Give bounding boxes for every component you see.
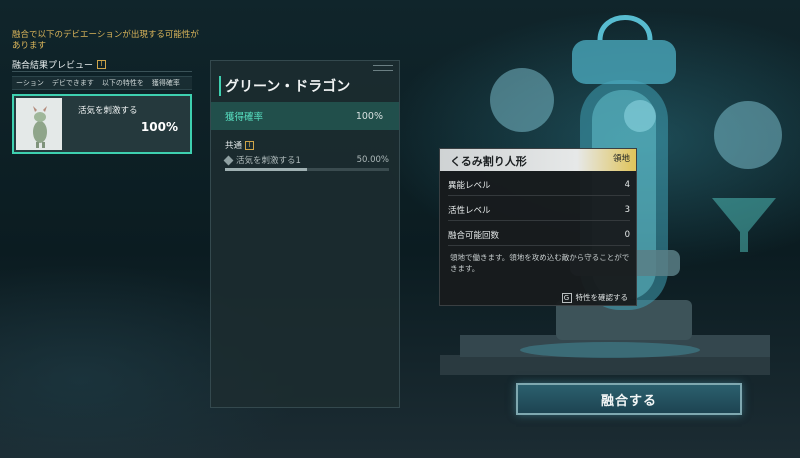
result-card[interactable]: 活気を刺激する 100% bbox=[12, 94, 192, 154]
trait-value: 50.00% bbox=[356, 155, 389, 165]
stat-value: 4 bbox=[624, 179, 630, 190]
tooltip-title: くるみ割り人形 bbox=[450, 155, 527, 168]
header-cell: 以下の特性を bbox=[101, 79, 144, 87]
header-cell: ーション bbox=[16, 79, 44, 87]
divider bbox=[12, 71, 192, 72]
header-cell: デビできます bbox=[51, 79, 94, 87]
rate-value: 100% bbox=[355, 110, 383, 122]
info-icon[interactable]: I bbox=[97, 60, 107, 69]
info-icon[interactable]: I bbox=[245, 140, 255, 150]
detail-panel: グリーン・ドラゴン 獲得確率 100% 共通 I 活気を刺激する1 50.00% bbox=[210, 60, 400, 408]
stat-row-activity: 活性レベル 3 bbox=[448, 199, 630, 221]
result-trait-name: 活気を刺激する bbox=[78, 106, 138, 116]
trait-progress-bar bbox=[225, 168, 389, 171]
fuse-button[interactable]: 融合する bbox=[516, 383, 742, 415]
common-label: 共通 bbox=[225, 141, 243, 151]
fusion-notice: 融合で以下のデビエーションが出現する可能性があります bbox=[12, 30, 199, 51]
header-cell: 獲得確率 bbox=[151, 79, 180, 87]
stat-row-fusion-count: 融合可能回数 0 bbox=[448, 224, 630, 246]
creature-thumbnail bbox=[16, 98, 62, 150]
stat-row-ability: 異能レベル 4 bbox=[448, 174, 630, 196]
result-percent: 100% bbox=[140, 120, 178, 134]
trait-row[interactable]: 活気を刺激する1 50.00% bbox=[223, 154, 389, 166]
stat-label: 融合可能回数 bbox=[448, 230, 500, 241]
trait-progress-fill bbox=[225, 168, 307, 171]
preview-title-label: 融合結果プレビュー bbox=[12, 61, 94, 71]
stat-label: 活性レベル bbox=[448, 205, 491, 216]
stat-value: 3 bbox=[624, 204, 630, 215]
territory-tag: 領地 bbox=[612, 154, 630, 164]
corner-decoration bbox=[373, 65, 393, 71]
tooltip-header: くるみ割り人形 領地 bbox=[440, 149, 636, 171]
stat-value: 0 bbox=[624, 229, 630, 240]
dragon-figure-icon bbox=[33, 106, 47, 148]
trait-left: 活気を刺激する1 bbox=[223, 154, 301, 166]
diamond-icon bbox=[223, 155, 234, 165]
rate-label: 獲得確率 bbox=[225, 112, 264, 123]
creature-name: グリーン・ドラゴン bbox=[219, 76, 350, 96]
stat-label: 異能レベル bbox=[448, 180, 491, 191]
trait-name: 活気を刺激する1 bbox=[236, 156, 301, 166]
check-traits-hint[interactable]: G 特性を確認する bbox=[561, 292, 629, 303]
key-g-icon: G bbox=[561, 292, 572, 303]
preview-title: 融合結果プレビュー I bbox=[12, 58, 107, 71]
check-traits-label: 特性を確認する bbox=[575, 293, 629, 302]
preview-header-row: ーション デビできます 以下の特性を 獲得確率 bbox=[12, 76, 192, 90]
common-section-title: 共通 I bbox=[225, 139, 255, 151]
tooltip-description: 領地で働きます。領地を攻め込む敵から守ることができます。 bbox=[450, 253, 630, 273]
creature-tooltip: くるみ割り人形 領地 異能レベル 4 活性レベル 3 融合可能回数 0 領地で働… bbox=[439, 148, 637, 306]
acquire-rate-row: 獲得確率 100% bbox=[211, 102, 399, 130]
